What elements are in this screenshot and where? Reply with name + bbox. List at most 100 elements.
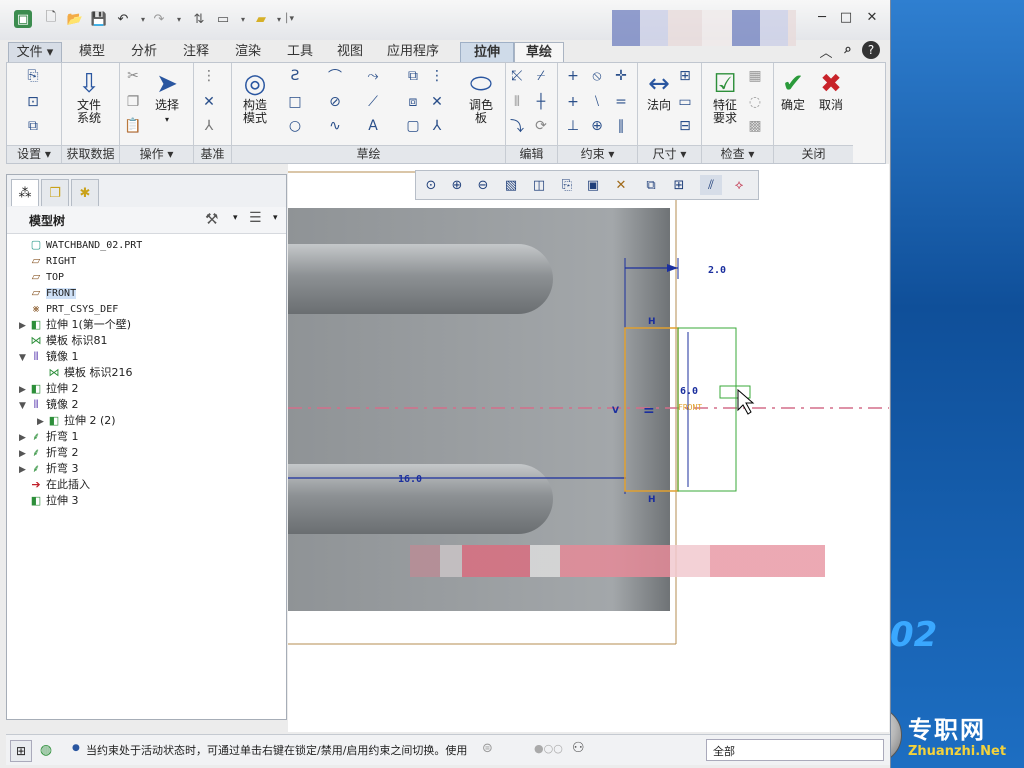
settings-dropdown-icon[interactable]: ▾ [233,213,238,223]
tab-sketch[interactable]: 草绘 [514,42,564,63]
expand-arrow-icon[interactable]: ▶ [37,414,47,430]
expand-arrow-icon[interactable]: ▶ [19,430,29,446]
tree-item[interactable]: ▼ ⫴ 镜像 1 [19,349,79,365]
folder-icon[interactable]: ▰ [252,10,270,28]
show-list-icon[interactable]: ☰ [249,210,262,226]
collapse-arrow-icon[interactable]: ▼ [19,350,29,366]
group-setup[interactable]: 设置 ▾ [7,145,61,163]
tab-extrude[interactable]: 拉伸 [460,42,514,63]
dimension-16-text[interactable]: 16.0 [398,474,422,485]
normal-dimension-button[interactable]: ↔ 法向 [639,69,679,112]
divide-icon[interactable]: ⤵ [507,117,527,135]
datum-display-icon[interactable]: ✕ [610,175,632,195]
close-button[interactable]: ✕ [862,10,882,28]
fillet-icon[interactable]: ⤳ [363,67,383,85]
point-icon[interactable]: ✕ [199,93,219,111]
settings-hammer-icon[interactable]: ⚒ [205,210,218,228]
tree-item[interactable]: ▱ RIGHT [19,253,76,269]
dimension-6-text[interactable]: 6.0 [680,386,698,397]
zoom-out-icon[interactable]: ⊖ [472,175,494,195]
tab-annotate[interactable]: 注释 [174,42,218,62]
sketch-view-icon[interactable]: ⧉ [23,117,43,135]
expand-arrow-icon[interactable]: ▶ [19,462,29,478]
file-system-button[interactable]: ⇩ 文件 系统 [69,69,109,125]
tab-analysis[interactable]: 分析 [122,42,166,62]
zoom-in-icon[interactable]: ⊕ [446,175,468,195]
tree-item[interactable]: ▶ ⸙ 折弯 1 [19,429,79,445]
collapse-ribbon-icon[interactable]: ︿ [816,42,836,61]
sketch-csys-icon[interactable]: ⅄ [427,117,447,135]
sketch-point-icon[interactable]: ✕ [427,93,447,111]
collapse-arrow-icon[interactable]: ▼ [19,398,29,414]
saved-views-icon[interactable]: ⎘ [556,175,578,195]
tree-item[interactable]: ➔ 在此插入 [19,477,90,493]
select-button[interactable]: ➤ 选择 ▾ [147,69,187,126]
expand-arrow-icon[interactable]: ▶ [19,382,29,398]
feature-requirements-button[interactable]: ☑ 特征 要求 [705,69,745,125]
arc-icon[interactable]: ⌒ [325,67,345,85]
offset-icon[interactable]: ⧉ [403,67,423,85]
tree-item[interactable]: ▶ ⸙ 折弯 3 [19,461,79,477]
chamfer-icon[interactable]: ⟋ [363,93,383,111]
cut-icon[interactable]: ✂ [123,67,143,85]
binoculars-icon[interactable]: ⚇ [572,740,585,756]
help-icon[interactable]: ? [862,41,880,59]
tab-file[interactable]: 文件 ▾ [8,42,62,63]
refit-icon[interactable]: ⊙ [420,175,442,195]
cancel-button[interactable]: ✖ 取消 [811,69,851,112]
display-style-icon[interactable]: ◫ [528,175,550,195]
folder-browser-tab-icon[interactable]: ❐ [41,179,69,206]
circle-icon[interactable]: ○ [285,117,305,135]
ellipse-icon[interactable]: ⊘ [325,93,345,111]
regen-status-icon[interactable]: ⊜ [482,741,493,756]
repaint-icon[interactable]: ▧ [500,175,522,195]
open-icon[interactable]: 📂 [66,10,84,28]
shade-closed-loops-icon[interactable]: ▩ [745,117,765,135]
sketch-view-orient-icon[interactable]: ⫽ [700,175,722,195]
horizontal-constraint-icon[interactable]: + [563,93,583,111]
palette-button[interactable]: ⬭ 调色 板 [461,69,501,125]
rotate-resize-icon[interactable]: ⟳ [531,117,551,135]
window-icon[interactable]: ▭ [214,10,232,28]
centerline-sketch-icon[interactable]: ⋮ [427,67,447,85]
group-operations[interactable]: 操作 ▾ [120,145,193,163]
highlight-open-ends-icon[interactable]: ◌ [745,93,765,111]
tree-item[interactable]: ▢ WATCHBAND_02.PRT [19,237,143,253]
tree-item[interactable]: ▱ FRONT [19,285,77,301]
perimeter-icon[interactable]: ⊞ [675,67,695,85]
show-dropdown-icon[interactable]: ▾ [273,213,278,223]
ok-button[interactable]: ✔ 确定 [773,69,813,112]
customize-icon[interactable]: │▾ [280,10,298,28]
tab-model[interactable]: 模型 [70,42,114,62]
construction-mode-button[interactable]: ◎ 构造 模式 [235,69,275,125]
group-inspect[interactable]: 检查 ▾ [702,145,773,163]
undo-icon[interactable]: ↶ [114,10,132,28]
redo-icon[interactable]: ↷ [150,10,168,28]
tree-item[interactable]: ▼ ⫴ 镜像 2 [19,397,79,413]
perpendicular-constraint-icon[interactable]: ⊥ [563,117,583,135]
tab-render[interactable]: 渲染 [226,42,270,62]
coincident-constraint-icon[interactable]: ⊕ [587,117,607,135]
spline-icon[interactable]: ∿ [325,117,345,135]
tab-applications[interactable]: 应用程序 [380,42,446,62]
spin-center-icon[interactable]: ⊞ [668,175,690,195]
sketcher-display-icon[interactable]: ⟡ [728,175,750,195]
sketch-canvas[interactable]: 2.0 16.0 6.0 H H V = FRONT [288,164,889,732]
tree-item[interactable]: ▶ ◧ 拉伸 1(第一个壁) [19,317,131,333]
regenerate-icon[interactable]: ⇅ [190,10,208,28]
overlapping-geometry-icon[interactable]: ▦ [745,67,765,85]
favorites-tab-icon[interactable]: ✱ [71,179,99,206]
tree-item[interactable]: ⨳ PRT_CSYS_DEF [19,301,119,317]
expand-arrow-icon[interactable]: ▶ [19,318,29,334]
tangent-constraint-icon[interactable]: ⦸ [587,67,607,85]
rectangle-icon[interactable]: □ [285,93,305,111]
baseline-icon[interactable]: ⊟ [675,117,695,135]
search-icon[interactable]: ⌕ [838,42,858,60]
parallel-constraint-icon[interactable]: ∥ [611,117,631,135]
maximize-button[interactable]: □ [836,10,856,28]
copy-icon[interactable]: ❐ [123,93,143,111]
centerline-icon[interactable]: ⋮ [199,67,219,85]
tab-view[interactable]: 视图 [328,42,372,62]
minimize-button[interactable]: ─ [812,10,832,28]
reference-icon[interactable]: ⊡ [23,93,43,111]
